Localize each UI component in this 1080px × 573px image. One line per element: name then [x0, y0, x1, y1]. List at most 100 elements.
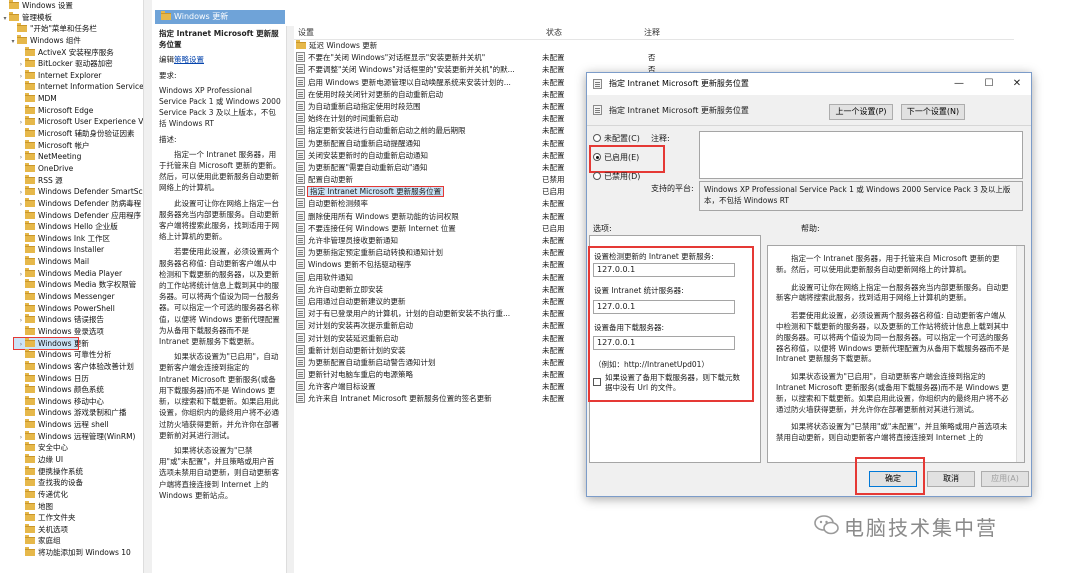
policy-name: 删除使用所有 Windows 更新功能的访问权限 [308, 211, 459, 221]
tree-item[interactable]: Internet Information Services [0, 81, 151, 93]
tree-item[interactable]: Windows Installer [0, 244, 151, 256]
next-setting-button[interactable]: 下一个设置(N) [901, 104, 965, 120]
previous-setting-button[interactable]: 上一个设置(P) [829, 104, 893, 120]
tree-item[interactable]: › BitLocker 驱动器加密 [0, 58, 151, 70]
column-header-setting[interactable]: 设置 [298, 26, 314, 40]
tree-item-label: 安全中心 [38, 443, 68, 453]
tree-item[interactable]: MDM [0, 93, 151, 105]
tree-item[interactable]: Windows Hello 企业版 [0, 221, 151, 233]
tree-item[interactable]: › Windows 更新 [13, 336, 89, 351]
tree-item[interactable]: › Windows Defender SmartScre [0, 186, 151, 198]
folder-icon [25, 512, 35, 522]
tree-item[interactable]: "开始"菜单和任务栏 [0, 23, 151, 35]
help-text: 指定一个 Intranet 服务器，用于托管来自 Microsoft 更新的更新… [768, 246, 1024, 444]
tree-item[interactable]: Windows 移动中心 [0, 395, 151, 408]
edit-policy-link[interactable]: 策略设置 [174, 55, 204, 64]
help-paragraph: 指定一个 Intranet 服务器，用于托管来自 Microsoft 更新的更新… [776, 254, 1000, 274]
tree-item[interactable]: 关机选项 [0, 523, 151, 536]
tree-item[interactable]: ActiveX 安装程序服务 [0, 46, 151, 59]
tree-item[interactable]: Windows Mail [0, 256, 151, 268]
tree-item[interactable]: Windows 登录选项 [0, 325, 151, 338]
policy-row[interactable]: 延迟 Windows 更新 [294, 40, 1014, 52]
radio-circle-selected[interactable] [593, 153, 601, 161]
tree-item[interactable]: Windows 客户体验改善计划 [0, 360, 151, 373]
radio-not-configured[interactable]: 未配置(C) [593, 133, 640, 144]
alt-download-checkbox[interactable] [593, 378, 601, 386]
tree-item[interactable]: › Microsoft User Experience Vi [0, 116, 151, 128]
tree-item-label: 工作文件夹 [38, 513, 76, 523]
folder-icon [25, 116, 35, 126]
tree-item[interactable]: › Internet Explorer [0, 69, 151, 82]
tree-item[interactable]: Microsoft Edge [0, 104, 151, 117]
maximize-button[interactable]: ☐ [975, 76, 1003, 92]
policy-name: 不要连接任何 Windows 更新 Internet 位置 [308, 223, 456, 233]
radio-circle[interactable] [593, 172, 601, 180]
tree-item[interactable]: › Windows 远程管理(WinRM) [0, 430, 151, 443]
tree-item[interactable]: Microsoft 辅助身份验证因素 [0, 128, 151, 140]
tree-item[interactable]: OneDrive [0, 162, 151, 175]
tree-item[interactable]: Windows 游戏录制和广播 [0, 407, 151, 419]
comment-textbox[interactable] [699, 131, 1023, 179]
radio-disabled[interactable]: 已禁用(D) [593, 171, 640, 182]
tree-item[interactable]: Windows Defender 应用程序 [0, 209, 151, 222]
tree-item[interactable]: ▾ 管理模板 [0, 11, 151, 25]
policy-row[interactable]: 不要在"关闭 Windows"对话框显示"安装更新并关机" 未配置 否 [294, 52, 1014, 64]
tree-item[interactable]: 查找我的设备 [0, 477, 151, 489]
tree-item[interactable]: RSS 源 [0, 174, 151, 187]
tree-item[interactable]: Windows 远程 shell [0, 419, 151, 431]
tree-item[interactable]: 家庭组 [0, 535, 151, 547]
tree-item[interactable]: › Windows 错误报告 [0, 314, 151, 326]
close-button[interactable]: ✕ [1003, 76, 1031, 92]
folder-header-title: Windows 更新 [174, 12, 229, 21]
radio-enabled-label: 已启用(E) [604, 153, 640, 162]
tree-item[interactable]: 安全中心 [0, 442, 151, 454]
apply-button[interactable]: 应用(A) [981, 471, 1029, 487]
expand-toggle-icon[interactable]: › [17, 199, 25, 211]
description-pane: 指定 Intranet Microsoft 更新服务位置 编辑策略设置 要求: … [155, 26, 285, 573]
tree-item[interactable]: 便携操作系统 [0, 465, 151, 478]
description-scrollbar[interactable] [286, 26, 294, 573]
tree-scrollbar[interactable] [143, 0, 152, 573]
tree-item[interactable]: Microsoft 帐户 [0, 139, 151, 152]
tree-item[interactable]: Windows Messenger [0, 291, 151, 303]
dialog-titlebar[interactable]: 指定 Intranet Microsoft 更新服务位置 — ☐ ✕ [587, 73, 1031, 95]
tree-item[interactable]: › Windows Defender 防病毒程 [0, 197, 151, 211]
help-label: 帮助: [801, 224, 820, 233]
tree-item[interactable]: Windows Media 数字权限管 [0, 279, 151, 291]
tree-item[interactable]: Windows Ink 工作区 [0, 232, 151, 245]
alt-download-input[interactable]: 127.0.0.1 [593, 336, 735, 350]
policy-state: 未配置 [542, 370, 565, 380]
tree-item-label: 传递优化 [38, 489, 68, 499]
policy-name: 配置自动更新 [308, 175, 353, 185]
tree-item[interactable]: 地图 [0, 500, 151, 513]
tree-item[interactable]: Windows 日历 [0, 372, 151, 385]
tree-item[interactable]: › NetMeeting [0, 151, 151, 163]
navigation-tree[interactable]: Windows 设置 ▾ 管理模板 "开始"菜单和任务栏 ▾ Windows 组件 Acti… [0, 0, 152, 573]
column-header-state[interactable]: 状态 [546, 26, 562, 40]
ok-button[interactable]: 确定 [869, 471, 917, 487]
description-title: 指定 Intranet Microsoft 更新服务位置 [159, 29, 279, 50]
update-server-input[interactable]: 127.0.0.1 [593, 263, 735, 277]
policy-name: 不要在"关闭 Windows"对话框显示"安装更新并关机" [308, 53, 486, 63]
tree-item-label: RSS 源 [38, 175, 63, 185]
column-header-comment[interactable]: 注释 [644, 26, 660, 40]
minimize-button[interactable]: — [945, 76, 973, 92]
tree-item[interactable]: ▾ Windows 组件 [0, 34, 151, 48]
tree-item[interactable]: Windows 可靠性分析 [0, 349, 151, 361]
tree-item[interactable]: 将功能添加到 Windows 10 [0, 547, 151, 559]
tree-item[interactable]: 工作文件夹 [0, 512, 151, 524]
tree-item[interactable]: › Windows Media Player [0, 267, 151, 280]
help-scrollbar[interactable] [1016, 246, 1024, 462]
tree-item[interactable]: 传递优化 [0, 488, 151, 501]
tree-item[interactable]: Windows PowerShell [0, 302, 151, 315]
stats-server-input[interactable]: 127.0.0.1 [593, 300, 735, 314]
tree-item[interactable]: Windows 颜色系统 [0, 384, 151, 396]
expand-toggle-icon[interactable]: ▾ [1, 13, 9, 25]
radio-enabled[interactable]: 已启用(E) [593, 152, 639, 163]
folder-icon [25, 279, 35, 289]
radio-circle[interactable] [593, 134, 601, 142]
expand-toggle-icon[interactable]: ▾ [9, 36, 17, 48]
tree-item[interactable]: Windows 设置 [0, 0, 151, 12]
tree-item[interactable]: 边缘 UI [0, 453, 151, 466]
cancel-button[interactable]: 取消 [927, 471, 975, 487]
